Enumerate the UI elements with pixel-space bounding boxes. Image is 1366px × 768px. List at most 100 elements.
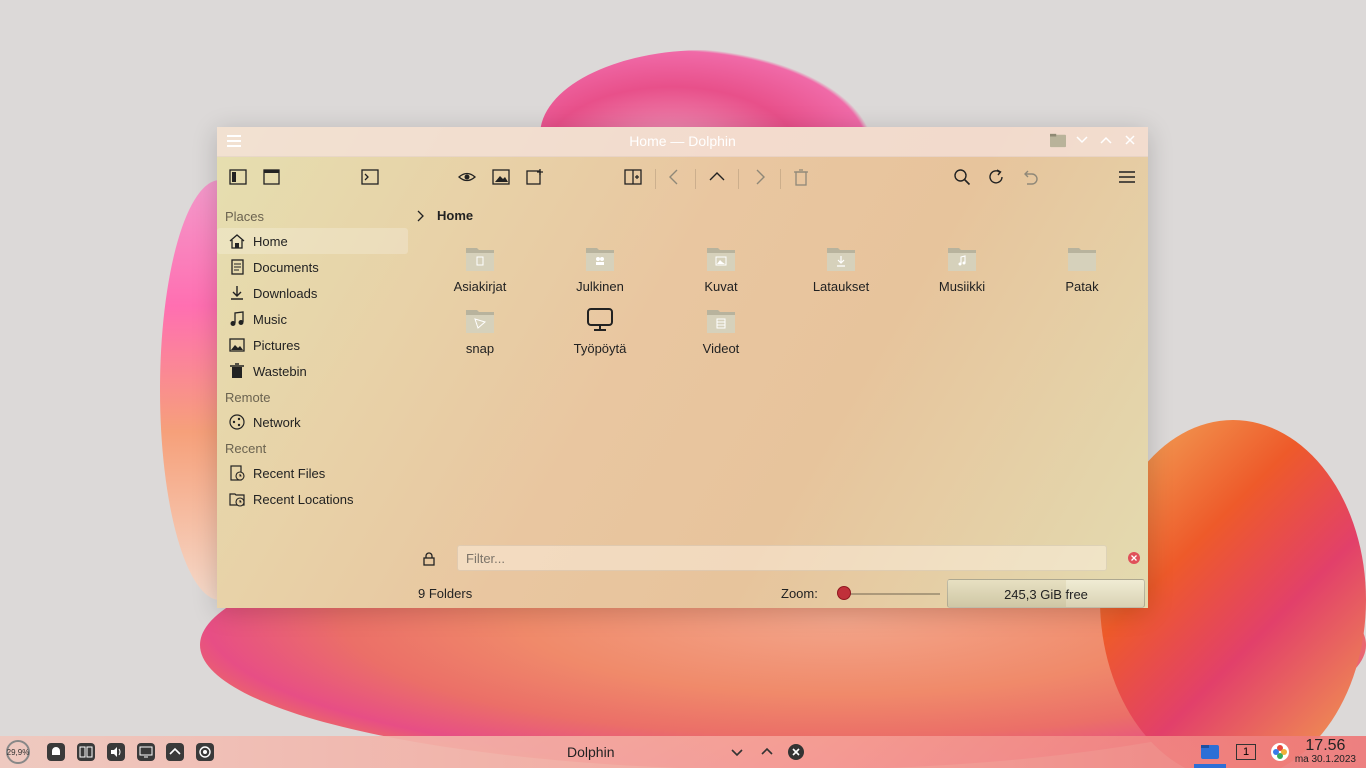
sidebar-item-recent-files[interactable]: Recent Files <box>217 460 412 486</box>
record-icon <box>196 743 214 761</box>
taskbar: 29,9% Dolphin 1 17.56 ma 30.1.2023 <box>0 736 1366 768</box>
trash-icon <box>230 363 244 378</box>
desktop-icon <box>587 308 613 331</box>
forward-icon <box>756 169 765 185</box>
reload-button[interactable] <box>985 166 1007 188</box>
digital-clock[interactable]: 17.56 ma 30.1.2023 <box>1295 737 1356 766</box>
undo-icon <box>1024 170 1038 185</box>
zoom-label: Zoom: <box>781 586 818 601</box>
sidebar-item-music[interactable]: Music <box>217 306 412 332</box>
dolphin-task-icon[interactable] <box>1199 741 1221 763</box>
back-button[interactable] <box>664 166 686 188</box>
network-icon <box>229 414 245 430</box>
new-window-button[interactable] <box>261 166 283 188</box>
file-name: Asiakirjat <box>453 279 507 294</box>
sidebar-item-documents[interactable]: Documents <box>217 254 412 280</box>
sidebar-item-wastebin[interactable]: Wastebin <box>217 358 412 384</box>
sidebar-item-label: Network <box>253 414 301 430</box>
status-bar: 9 Folders Zoom: 245,3 GiB free <box>217 577 1148 608</box>
terminal-button[interactable] <box>359 166 381 188</box>
task-minimize-button[interactable] <box>726 741 748 763</box>
clock-time: 17.56 <box>1305 737 1346 754</box>
free-space-indicator[interactable]: 245,3 GiB free <box>947 579 1145 608</box>
back-icon <box>669 169 678 185</box>
speaker-icon <box>107 743 125 761</box>
folder-item-videot[interactable]: Videot <box>666 306 776 356</box>
cpu-usage-text: 29,9% <box>6 747 30 757</box>
task-close-button[interactable] <box>785 741 807 763</box>
folder-item-kuvat[interactable]: Kuvat <box>666 244 776 294</box>
recent-locations-icon <box>229 493 245 507</box>
breadcrumb: Home <box>417 208 473 223</box>
folder-item-tyopoyta[interactable]: Työpöytä <box>545 306 655 356</box>
cpu-usage-widget[interactable]: 29,9% <box>6 740 30 764</box>
volume-button[interactable] <box>105 741 127 763</box>
notifications-button[interactable] <box>45 741 67 763</box>
folder-item-patak[interactable]: Patak <box>1027 244 1137 294</box>
new-tab-button[interactable] <box>524 166 546 188</box>
folder-icon <box>1068 248 1096 271</box>
zoom-slider[interactable] <box>845 593 940 595</box>
up-icon <box>709 172 725 181</box>
panel-icon <box>229 169 247 185</box>
virtual-desktop-pager[interactable]: 1 <box>1235 741 1257 763</box>
zoom-slider-handle[interactable] <box>837 586 851 600</box>
pager-desktop-number: 1 <box>1236 744 1256 760</box>
folder-item-julkinen[interactable]: Julkinen <box>545 244 655 294</box>
sidebar-item-network[interactable]: Network <box>217 409 412 435</box>
color-picker-button[interactable] <box>1269 741 1291 763</box>
folder-download-icon <box>827 248 855 271</box>
close-button[interactable] <box>1122 132 1138 148</box>
search-button[interactable] <box>951 166 973 188</box>
free-space-text: 245,3 GiB free <box>1004 587 1088 602</box>
sidebar-item-label: Music <box>253 311 287 327</box>
breadcrumb-home[interactable]: Home <box>437 208 473 223</box>
split-view-button[interactable] <box>622 166 644 188</box>
media-button[interactable] <box>194 741 216 763</box>
clear-filter-icon[interactable] <box>1128 552 1140 564</box>
folder-music-icon <box>948 248 976 271</box>
task-title[interactable]: Dolphin <box>567 744 614 760</box>
forward-button[interactable] <box>748 166 770 188</box>
file-name: Kuvat <box>704 279 738 294</box>
show-panels-button[interactable] <box>227 166 249 188</box>
bell-icon <box>47 743 65 761</box>
sidebar-item-recent-locations[interactable]: Recent Locations <box>217 486 412 512</box>
minimize-button[interactable] <box>1074 132 1090 148</box>
folder-item-asiakirjat[interactable]: Asiakirjat <box>425 244 535 294</box>
image-view-button[interactable] <box>490 166 512 188</box>
folder-documents-icon <box>466 248 494 271</box>
lock-icon[interactable] <box>423 552 435 566</box>
sidebar-item-pictures[interactable]: Pictures <box>217 332 412 358</box>
system-tray-expand-button[interactable] <box>164 741 186 763</box>
filter-bar <box>417 545 1142 573</box>
chevron-right-icon[interactable] <box>417 210 425 222</box>
file-name: Patak <box>1065 279 1099 294</box>
folder-item-snap[interactable]: snap <box>425 306 535 356</box>
file-name: Lataukset <box>812 279 870 294</box>
app-launcher-button[interactable] <box>75 741 97 763</box>
sidebar-item-label: Pictures <box>253 337 300 353</box>
folder-item-musiikki[interactable]: Musiikki <box>907 244 1017 294</box>
new-tab-icon <box>526 169 543 185</box>
chevron-up-icon <box>166 743 184 761</box>
undo-button[interactable] <box>1019 166 1041 188</box>
folder-app-icon <box>1050 132 1066 148</box>
preview-button[interactable] <box>456 166 478 188</box>
delete-button[interactable] <box>790 166 812 188</box>
home-icon <box>229 234 245 249</box>
sidebar-item-label: Downloads <box>253 285 318 301</box>
main-menu-button[interactable] <box>1116 166 1138 188</box>
up-button[interactable] <box>706 166 728 188</box>
toolbar <box>217 157 1148 197</box>
sidebar-item-downloads[interactable]: Downloads <box>217 280 412 306</box>
filter-input[interactable] <box>457 545 1107 571</box>
sidebar-item-label: Home <box>253 233 288 249</box>
title-bar[interactable]: Home — Dolphin <box>217 127 1148 157</box>
folder-item-lataukset[interactable]: Lataukset <box>786 244 896 294</box>
task-maximize-button[interactable] <box>756 741 778 763</box>
maximize-button[interactable] <box>1098 132 1114 148</box>
sidebar-item-home[interactable]: Home <box>217 228 408 254</box>
display-button[interactable] <box>135 741 157 763</box>
chevron-down-icon <box>731 749 743 757</box>
